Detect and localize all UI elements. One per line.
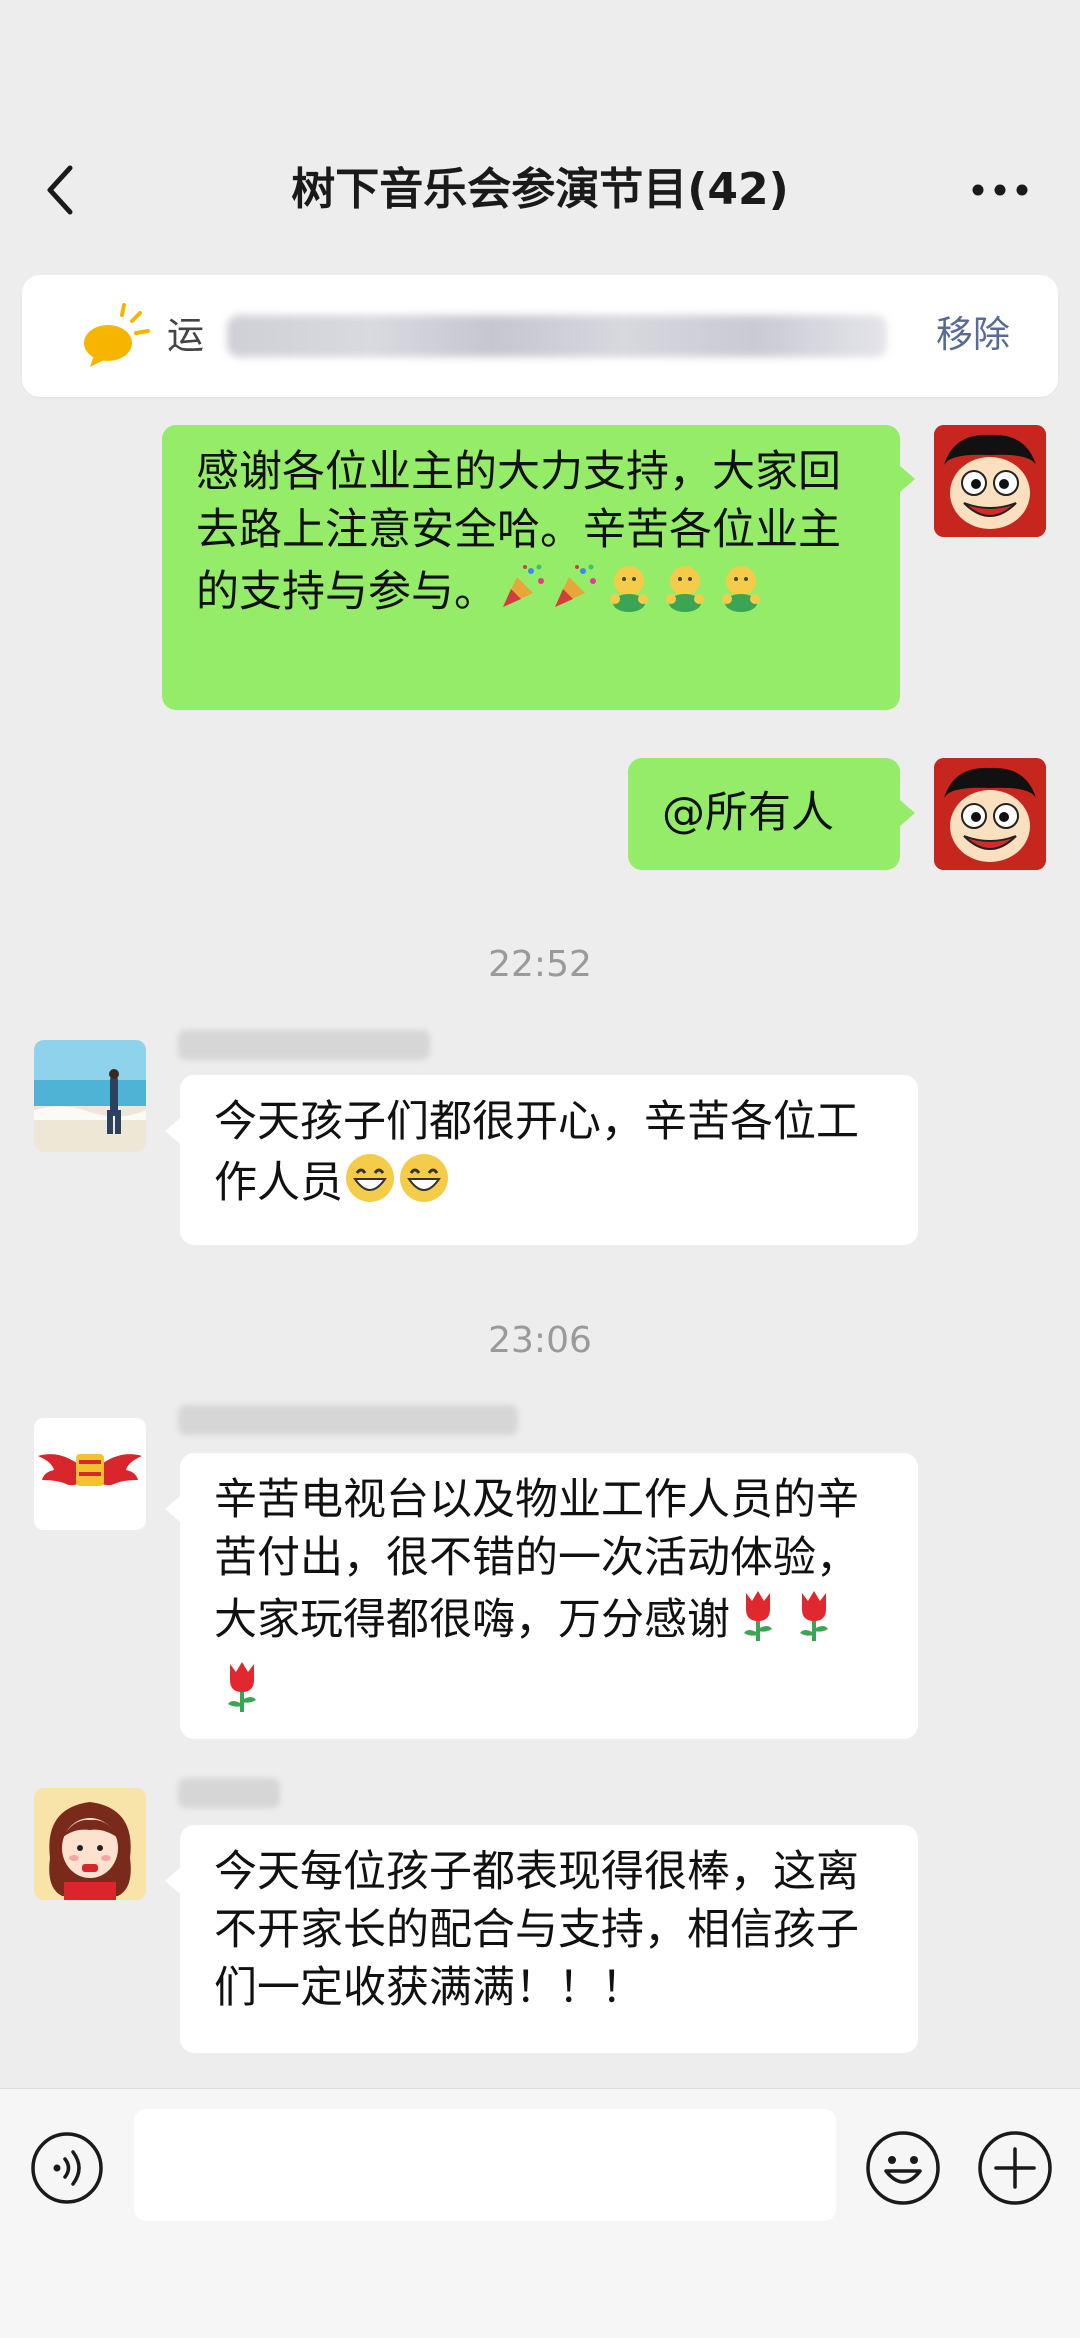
notice-bulb-icon <box>60 303 156 373</box>
self-avatar[interactable] <box>934 758 1046 870</box>
bubble-tail <box>165 1118 180 1144</box>
message-text: @所有人 <box>662 788 834 838</box>
input-toolbar <box>0 2088 1080 2338</box>
more-dots-icon[interactable] <box>970 168 1030 212</box>
tulip-icon <box>786 1587 842 1658</box>
chat-header: 树下音乐会参演节目(42) <box>0 0 1080 280</box>
chat-title: 树下音乐会参演节目(42) <box>291 164 789 215</box>
bubble-tail <box>165 1496 180 1522</box>
sender-name-blurred <box>178 1030 430 1060</box>
beach-avatar[interactable] <box>34 1040 146 1152</box>
message-bubble-incoming[interactable]: 今天孩子们都很开心，辛苦各位工作人员 <box>180 1075 918 1245</box>
tulip-icon <box>214 1658 270 1729</box>
notice-text: 运 <box>167 314 204 357</box>
message-bubble-incoming[interactable]: 今天每位孩子都表现得很棒，这离不开家长的配合与支持，相信孩子们一定收获满满！！！ <box>180 1825 918 2053</box>
notice-blurred-text <box>227 315 887 357</box>
wings-logo-avatar[interactable] <box>34 1418 146 1530</box>
bubble-tail <box>900 800 915 826</box>
voice-icon[interactable] <box>30 2131 104 2205</box>
sender-name-blurred <box>178 1405 518 1435</box>
girl-avatar[interactable] <box>34 1788 146 1900</box>
emoji-icon[interactable] <box>864 2129 942 2207</box>
self-avatar[interactable] <box>934 425 1046 537</box>
timestamp: 23:06 <box>488 1320 592 1361</box>
tulip-icon <box>730 1587 786 1658</box>
bubble-tail <box>900 466 915 492</box>
grin-face-icon <box>343 1151 397 1220</box>
hug-face-icon <box>713 559 769 630</box>
message-bubble-outgoing[interactable]: @所有人 <box>628 758 900 870</box>
hug-face-icon <box>601 559 657 630</box>
message-text: 今天孩子们都很开心，辛苦各位工作人员 <box>214 1097 859 1208</box>
party-popper-icon <box>549 561 601 628</box>
grin-face-icon <box>397 1151 451 1220</box>
party-popper-icon <box>497 561 549 628</box>
sender-name-blurred <box>178 1778 280 1808</box>
message-bubble-outgoing[interactable]: 感谢各位业主的大力支持，大家回去路上注意安全哈。辛苦各位业主的支持与参与。 <box>162 425 900 710</box>
message-input[interactable] <box>134 2109 836 2221</box>
group-notice-bar[interactable]: 运 移除 <box>22 275 1058 397</box>
message-text: 今天每位孩子都表现得很棒，这离不开家长的配合与支持，相信孩子们一定收获满满！！！ <box>214 1847 859 2013</box>
bubble-tail <box>165 1868 180 1894</box>
message-bubble-incoming[interactable]: 辛苦电视台以及物业工作人员的辛苦付出，很不错的一次活动体验，大家玩得都很嗨，万分… <box>180 1453 918 1739</box>
hug-face-icon <box>657 559 713 630</box>
timestamp: 22:52 <box>488 944 592 985</box>
remove-notice-button[interactable]: 移除 <box>936 311 1010 359</box>
plus-icon[interactable] <box>976 2129 1054 2207</box>
